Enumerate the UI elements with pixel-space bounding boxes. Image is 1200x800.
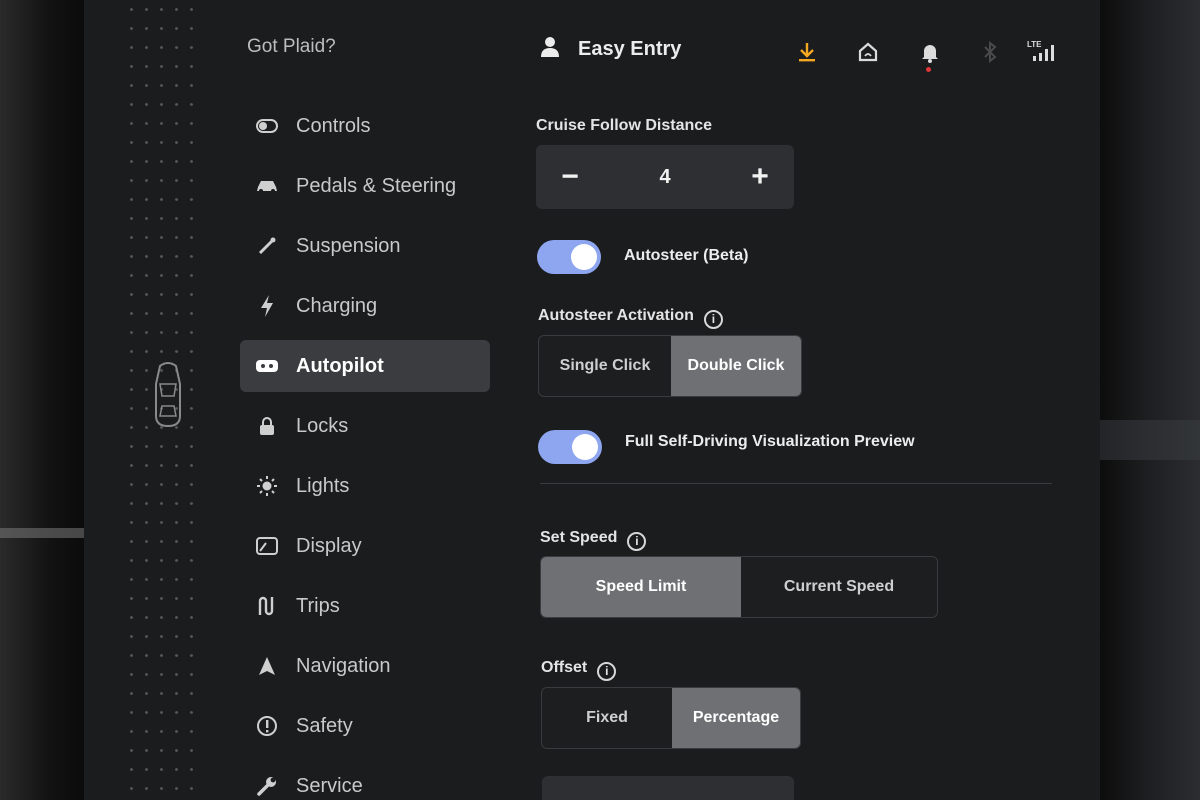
autosteer-toggle[interactable]	[537, 240, 601, 274]
option-current-speed[interactable]: Current Speed	[741, 557, 937, 617]
car-icon	[254, 173, 280, 199]
set-speed-title: Set Speed i	[540, 529, 647, 551]
dashboard-left-trim	[0, 0, 84, 800]
sidebar-item-label: Pedals & Steering	[296, 174, 457, 197]
bell-icon[interactable]	[916, 38, 944, 66]
sun-icon	[254, 473, 280, 499]
profile-name[interactable]: Got Plaid?	[247, 36, 336, 58]
sidebar-item-navigation[interactable]: Navigation	[240, 640, 490, 692]
notification-dot	[926, 67, 931, 72]
person-icon	[540, 36, 564, 62]
sidebar-item-label: Navigation	[296, 654, 391, 677]
car-topview-icon	[155, 362, 181, 428]
option-percentage[interactable]: Percentage	[672, 688, 800, 748]
sidebar-item-label: Locks	[296, 414, 349, 437]
sidebar-item-pedals-steering[interactable]: Pedals & Steering	[240, 160, 490, 212]
sidebar-item-label: Charging	[296, 294, 378, 317]
wrench-icon	[254, 773, 280, 799]
alert-circle-icon	[254, 713, 280, 739]
steering-wheel-icon	[254, 353, 280, 379]
download-icon[interactable]	[793, 38, 821, 66]
sidebar-item-service[interactable]: Service	[240, 760, 490, 800]
option-speed-limit[interactable]: Speed Limit	[541, 557, 741, 617]
homelink-icon[interactable]	[854, 38, 882, 66]
settings-nav: Controls Pedals & Steering Suspension Ch…	[240, 100, 490, 800]
sidebar-item-label: Controls	[296, 114, 371, 137]
bluetooth-icon[interactable]	[976, 38, 1004, 66]
info-icon[interactable]: i	[627, 532, 647, 551]
sidebar-item-autopilot[interactable]: Autopilot	[240, 340, 490, 392]
autosteer-label: Autosteer (Beta)	[624, 247, 749, 264]
sidebar-item-label: Autopilot	[296, 354, 384, 377]
cruise-follow-label: Cruise Follow Distance	[536, 117, 713, 134]
route-icon	[254, 593, 280, 619]
sidebar-item-controls[interactable]: Controls	[240, 100, 490, 152]
info-icon[interactable]: i	[703, 310, 723, 329]
autosteer-activation-selector: Single Click Double Click	[538, 335, 802, 397]
sidebar-item-charging[interactable]: Charging	[240, 280, 490, 332]
sidebar-item-trips[interactable]: Trips	[240, 580, 490, 632]
signal-bars-icon	[1030, 38, 1058, 66]
set-speed-label: Set Speed	[540, 529, 618, 546]
info-icon[interactable]: i	[597, 662, 617, 681]
offset-value-stepper[interactable]	[542, 776, 794, 800]
cruise-follow-value: 4	[659, 165, 671, 188]
offset-title: Offset i	[541, 659, 617, 681]
lightning-icon	[254, 293, 280, 319]
driver-profile-label: Easy Entry	[578, 37, 682, 60]
sidebar-item-label: Suspension	[296, 234, 401, 257]
set-speed-selector: Speed Limit Current Speed	[540, 556, 938, 618]
increment-button[interactable]: +	[748, 160, 772, 194]
sidebar-item-safety[interactable]: Safety	[240, 700, 490, 752]
decrement-button[interactable]: −	[558, 160, 582, 194]
lock-icon	[254, 413, 280, 439]
toggle-icon	[254, 113, 280, 139]
sidebar-item-suspension[interactable]: Suspension	[240, 220, 490, 272]
display-icon	[254, 533, 280, 559]
option-double-click[interactable]: Double Click	[671, 336, 801, 396]
sidebar-item-lights[interactable]: Lights	[240, 460, 490, 512]
suspension-icon	[254, 233, 280, 259]
offset-selector: Fixed Percentage	[541, 687, 801, 749]
navigation-arrow-icon	[254, 653, 280, 679]
fsd-visualization-toggle[interactable]	[538, 430, 602, 464]
section-divider	[540, 483, 1052, 484]
autosteer-activation-title: Autosteer Activation i	[538, 307, 723, 329]
driver-profile-button[interactable]: Easy Entry	[540, 36, 681, 62]
sidebar-item-label: Safety	[296, 714, 353, 737]
sidebar-item-label: Service	[296, 774, 363, 797]
option-single-click[interactable]: Single Click	[539, 336, 671, 396]
offset-label: Offset	[541, 659, 588, 676]
sidebar-item-locks[interactable]: Locks	[240, 400, 490, 452]
sidebar-item-label: Display	[296, 534, 362, 557]
fsd-visualization-label: Full Self-Driving Visualization Preview	[625, 433, 915, 450]
sidebar-item-display[interactable]: Display	[240, 520, 490, 572]
autosteer-activation-label: Autosteer Activation	[538, 307, 694, 324]
cruise-follow-stepper: − 4 +	[536, 145, 794, 209]
sidebar-item-label: Lights	[296, 474, 350, 497]
option-fixed[interactable]: Fixed	[542, 688, 672, 748]
sidebar-item-label: Trips	[296, 594, 340, 617]
dashboard-right-trim	[1100, 0, 1200, 800]
